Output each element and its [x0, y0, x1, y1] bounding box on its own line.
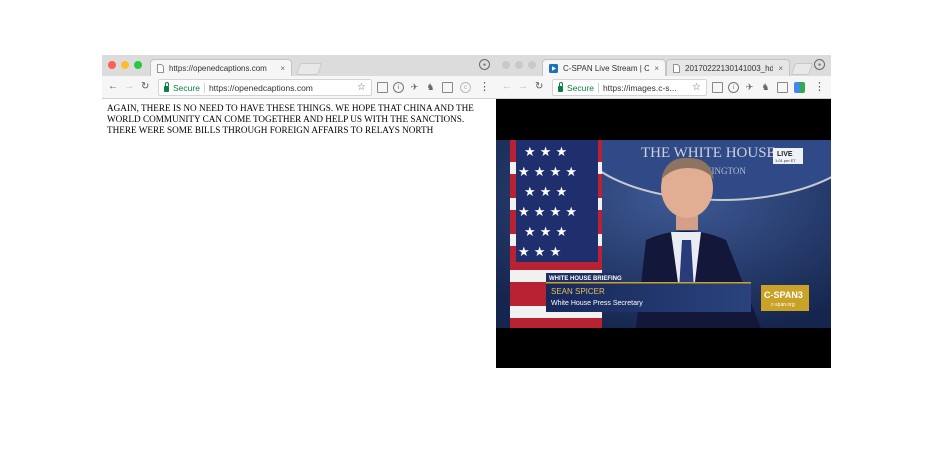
svg-text:★ ★ ★ ★: ★ ★ ★ ★ — [518, 205, 577, 220]
forward-icon[interactable]: → — [124, 81, 134, 93]
live-time: 1:01 pm ET — [775, 158, 796, 163]
tab-title: C-SPAN Live Stream | C- — [563, 63, 650, 73]
ghost-extension-icon[interactable]: ♞ — [425, 82, 436, 93]
tab-strip: https://openedcaptions.com × ● — [102, 55, 496, 76]
close-window-button[interactable] — [108, 61, 116, 69]
minimize-window-button[interactable] — [515, 61, 523, 69]
tab-strip: C-SPAN Live Stream | C- × 20170222130141… — [496, 55, 831, 76]
back-icon[interactable]: ← — [108, 81, 118, 93]
secure-label: Secure — [173, 82, 200, 93]
new-tab-button[interactable] — [295, 63, 323, 75]
cast-icon[interactable] — [377, 82, 388, 93]
info-extension-icon[interactable]: i — [728, 82, 739, 93]
browser-toolbar: ← → ↻ Secure https://openedcaptions.com … — [102, 76, 496, 99]
window-controls — [108, 61, 142, 69]
video-frame[interactable]: THE WHITE HOUSE WASHINGTON ★ ★ ★ ★ ★ ★ ★… — [496, 140, 831, 328]
cc-extension-icon[interactable]: c — [460, 82, 471, 93]
lower-third-rule — [546, 282, 751, 284]
tab-openedcaptions[interactable]: https://openedcaptions.com × — [150, 59, 292, 76]
profile-icon[interactable]: ● — [479, 59, 490, 70]
browser-window-cspan: C-SPAN Live Stream | C- × 20170222130141… — [496, 55, 831, 368]
menu-icon[interactable]: ⋮ — [814, 81, 825, 93]
maximize-window-button[interactable] — [134, 61, 142, 69]
tab-hd-image[interactable]: 20170222130141003_hd. × — [666, 59, 790, 76]
note-extension-icon[interactable] — [442, 82, 453, 93]
minimize-window-button[interactable] — [121, 61, 129, 69]
note-extension-icon[interactable] — [777, 82, 788, 93]
svg-text:★ ★ ★: ★ ★ ★ — [524, 185, 567, 200]
speaker-title: White House Press Secretary — [551, 300, 643, 307]
svg-text:★ ★ ★: ★ ★ ★ — [524, 225, 567, 240]
svg-text:★ ★ ★: ★ ★ ★ — [524, 145, 567, 160]
browser-window-captions: https://openedcaptions.com × ● ← → ↻ Sec… — [102, 55, 496, 368]
backdrop-text: THE WHITE HOUSE — [641, 145, 776, 161]
info-extension-icon[interactable]: i — [393, 82, 404, 93]
tab-cspan-live[interactable]: C-SPAN Live Stream | C- × — [542, 59, 666, 76]
cspan3-logo-text: C-SPAN3 — [764, 290, 803, 300]
bird-extension-icon[interactable]: ✈ — [744, 82, 755, 93]
close-tab-icon[interactable]: × — [280, 64, 285, 73]
cspan-favicon-icon — [549, 63, 558, 73]
drive-extension-icon[interactable] — [794, 82, 805, 93]
new-tab-button[interactable] — [790, 63, 814, 75]
bookmark-star-icon[interactable]: ☆ — [357, 82, 366, 93]
window-controls — [502, 61, 536, 69]
cast-icon[interactable] — [712, 82, 723, 93]
divider — [597, 82, 599, 93]
divider — [203, 82, 205, 93]
browser-toolbar: ← → ↻ Secure https://images.c-s... ☆ i ✈… — [496, 76, 831, 99]
lower-third-tag: WHITE HOUSE BRIEFING — [549, 276, 622, 282]
lock-icon — [558, 82, 563, 92]
close-tab-icon[interactable]: × — [778, 64, 783, 73]
secure-label: Secure — [567, 82, 594, 93]
back-icon[interactable]: ← — [502, 81, 512, 93]
cspan-url-text: c-span.org — [771, 302, 795, 308]
address-bar[interactable]: Secure https://openedcaptions.com ☆ — [158, 79, 372, 96]
tab-title: https://openedcaptions.com — [169, 63, 267, 73]
url-text[interactable]: https://openedcaptions.com — [209, 83, 313, 93]
tab-title: 20170222130141003_hd. — [685, 63, 774, 73]
svg-text:★ ★ ★: ★ ★ ★ — [518, 245, 561, 260]
maximize-window-button[interactable] — [528, 61, 536, 69]
close-window-button[interactable] — [502, 61, 510, 69]
lock-icon — [164, 82, 169, 92]
profile-icon[interactable]: ● — [814, 59, 825, 70]
page-icon — [673, 63, 680, 73]
menu-icon[interactable]: ⋮ — [479, 81, 490, 93]
caption-text: AGAIN, THERE IS NO NEED TO HAVE THESE TH… — [107, 103, 474, 135]
address-bar[interactable]: Secure https://images.c-s... ☆ — [552, 79, 707, 96]
ghost-extension-icon[interactable]: ♞ — [760, 82, 771, 93]
reload-icon[interactable]: ↻ — [535, 81, 543, 93]
close-tab-icon[interactable]: × — [654, 64, 659, 73]
bookmark-star-icon[interactable]: ☆ — [692, 82, 701, 93]
bird-extension-icon[interactable]: ✈ — [409, 82, 420, 93]
reload-icon[interactable]: ↻ — [141, 81, 149, 93]
url-text[interactable]: https://images.c-s... — [603, 83, 677, 93]
live-badge-text: LIVE — [777, 151, 793, 158]
forward-icon[interactable]: → — [518, 81, 528, 93]
page-content: AGAIN, THERE IS NO NEED TO HAVE THESE TH… — [102, 100, 496, 368]
speaker-name: SEAN SPICER — [551, 287, 605, 296]
svg-text:★ ★ ★ ★: ★ ★ ★ ★ — [518, 165, 577, 180]
briefing-scene: THE WHITE HOUSE WASHINGTON ★ ★ ★ ★ ★ ★ ★… — [496, 140, 831, 328]
page-icon — [157, 63, 164, 73]
